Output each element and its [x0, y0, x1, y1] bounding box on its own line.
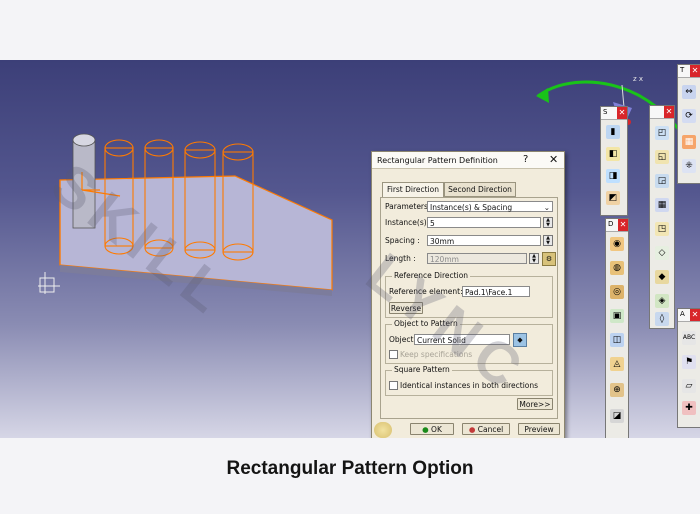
reverse-button[interactable]: Reverse — [389, 302, 423, 314]
parameters-label: Parameters: — [385, 202, 431, 211]
length-label: Length : — [385, 254, 416, 263]
thickness-icon[interactable]: ◨ — [606, 169, 620, 183]
length-input: 120mm — [427, 253, 527, 264]
object-input[interactable]: Current Solid — [414, 334, 510, 345]
measure-icon[interactable]: ⚙ — [542, 252, 556, 266]
close-surface-icon[interactable]: ◊ — [655, 312, 669, 326]
instances-label: Instance(s) : — [385, 218, 432, 227]
loft-icon[interactable]: ◫ — [610, 333, 624, 347]
slot-icon[interactable]: ▣ — [610, 309, 624, 323]
pattern-icon[interactable]: ▦ — [655, 198, 669, 212]
pad-icon[interactable]: ▮ — [606, 125, 620, 139]
measure-icon[interactable]: ✚ — [682, 401, 696, 415]
dialog-titlebar[interactable]: Rectangular Pattern Definition ? ✕ — [372, 152, 564, 169]
groove-icon[interactable]: ◍ — [610, 261, 624, 275]
chamfer-icon[interactable]: ◱ — [655, 150, 669, 164]
close-button[interactable]: ✕ — [549, 153, 558, 166]
toolbar-a[interactable]: A ✕ ABC ⚑ ▱ ✚ — [677, 308, 700, 428]
square-pattern-group: Square Pattern Identical instances in bo… — [385, 365, 553, 396]
toolbar-d[interactable]: D ✕ ◉ ◍ ◎ ▣ ◫ ◬ ⊕ ◪ — [605, 218, 629, 438]
reference-direction-group: Reference Direction Reference element: P… — [385, 271, 553, 318]
close-icon[interactable]: ✕ — [664, 106, 674, 118]
hole-icon[interactable]: ◉ — [610, 237, 624, 251]
axis-label: z x — [633, 75, 644, 83]
catia-logo — [374, 422, 392, 438]
spacing-label: Spacing : — [385, 236, 420, 245]
more-button[interactable]: More>> — [517, 398, 553, 410]
shell-icon[interactable]: ◧ — [606, 147, 620, 161]
keep-spec-label: Keep specifications — [400, 350, 473, 359]
help-button[interactable]: ? — [523, 154, 528, 165]
draft-icon[interactable]: ◩ — [606, 191, 620, 205]
close-icon[interactable]: ✕ — [618, 219, 628, 231]
catia-viewport[interactable]: z x S ✕ ▮ ◧ ◨ ◩ D ✕ ◉ ◍ ◎ ▣ ◫ ◬ ⊕ ◪ ✕ ◰ ◱ … — [0, 60, 700, 438]
ref-element-input[interactable]: Pad.1\Face.1 — [462, 286, 530, 297]
rect-pattern-dialog[interactable]: Rectangular Pattern Definition ? ✕ First… — [371, 151, 565, 438]
spacing-stepper[interactable]: ▲ ▼ — [543, 235, 553, 246]
stiffener-icon[interactable]: ◪ — [610, 409, 624, 423]
toolbar-transform[interactable]: ✕ ◰ ◱ ◲ ▦ ◳ ◇ ◆ ◈ ◊ — [649, 105, 675, 329]
spacing-input[interactable]: 30mm — [427, 235, 541, 246]
close-icon[interactable]: ✕ — [690, 65, 700, 77]
ok-button[interactable]: ● OK — [410, 423, 454, 435]
ref-element-label: Reference element: — [389, 287, 463, 296]
translate-icon[interactable]: ⇔ — [682, 85, 696, 99]
sew-icon[interactable]: ◆ — [655, 270, 669, 284]
tab-second-direction[interactable]: Second Direction — [444, 182, 516, 197]
rect-pattern-icon[interactable]: ▦ — [682, 135, 696, 149]
tab-first-direction[interactable]: First Direction — [382, 182, 444, 197]
mirror-icon[interactable]: ◲ — [655, 174, 669, 188]
dialog-title: Rectangular Pattern Definition — [377, 156, 498, 165]
keep-spec-checkbox[interactable] — [389, 350, 398, 359]
top-margin — [0, 0, 700, 60]
close-icon[interactable]: ✕ — [617, 107, 627, 119]
instances-input[interactable]: 5 — [427, 217, 541, 228]
identical-checkbox[interactable] — [389, 381, 398, 390]
rotate-icon[interactable]: ⟳ — [682, 109, 696, 123]
object-label: Object: — [389, 335, 416, 344]
surface-icon[interactable]: ▱ — [682, 379, 696, 393]
first-direction-panel: Parameters: Instance(s) & Spacing ⌄ Inst… — [380, 197, 558, 419]
toolbar-s[interactable]: S ✕ ▮ ◧ ◨ ◩ — [600, 106, 628, 216]
flag-note-icon[interactable]: ⚑ — [682, 355, 696, 369]
identical-label: Identical instances in both directions — [400, 381, 539, 390]
preview-button[interactable]: Preview — [518, 423, 560, 435]
target-icon[interactable]: ⊕ — [610, 383, 624, 397]
object-to-pattern-group: Object to Pattern Object: Current Solid … — [385, 319, 553, 364]
split-icon[interactable]: ◇ — [655, 246, 669, 260]
cancel-button[interactable]: ● Cancel — [462, 423, 510, 435]
scale-icon[interactable]: ◳ — [655, 222, 669, 236]
figure-caption: Rectangular Pattern Option — [226, 458, 474, 479]
part-model[interactable] — [0, 60, 700, 438]
fillet-icon[interactable]: ◰ — [655, 126, 669, 140]
cancel-icon: ● — [468, 425, 476, 434]
length-stepper: ▲ ▼ — [529, 253, 539, 264]
instances-stepper[interactable]: ▲ ▼ — [543, 217, 553, 228]
circ-pattern-icon[interactable]: ⁜ — [682, 159, 696, 173]
remove-icon[interactable]: ◬ — [610, 357, 624, 371]
rib-icon[interactable]: ◎ — [610, 285, 624, 299]
chevron-down-icon: ⌄ — [543, 203, 550, 212]
text-annotation-icon[interactable]: ABC — [682, 331, 696, 345]
toolbar-t[interactable]: T ✕ ⇔ ⟳ ▦ ⁜ — [677, 64, 700, 184]
parameters-select[interactable]: Instance(s) & Spacing ⌄ — [427, 201, 553, 212]
object-select-icon[interactable]: ◆ — [513, 333, 527, 347]
close-icon[interactable]: ✕ — [690, 309, 700, 321]
ok-icon: ● — [422, 425, 429, 434]
thick-surface-icon[interactable]: ◈ — [655, 294, 669, 308]
